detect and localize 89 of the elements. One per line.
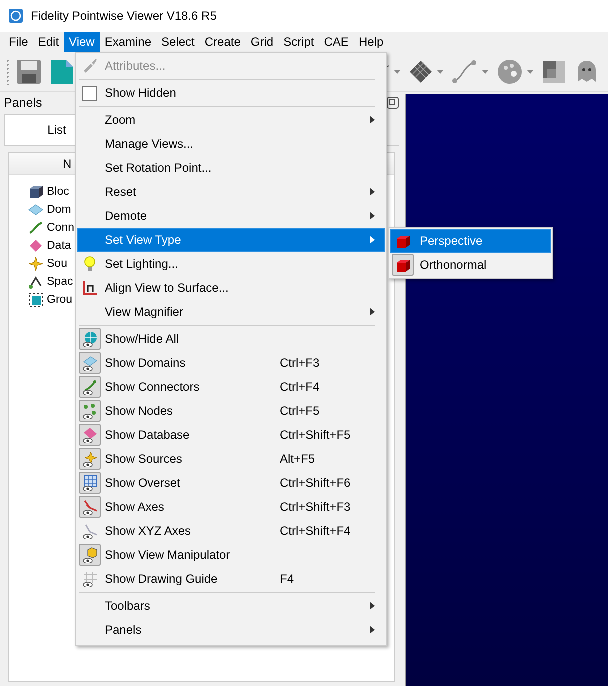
tree-item[interactable]: Grou — [47, 294, 73, 306]
domain-icon — [28, 202, 44, 218]
ghost-icon — [576, 60, 598, 84]
palette-icon — [497, 58, 523, 84]
shortcut-text: Ctrl+Shift+F5 — [280, 428, 352, 442]
menu-item[interactable]: Show Database Ctrl+Shift+F5 — [77, 423, 385, 447]
menu-item[interactable]: Set Rotation Point... — [77, 156, 385, 180]
column-header[interactable]: N — [63, 156, 72, 170]
dropdown-caret-icon[interactable] — [482, 70, 489, 74]
menu-item[interactable]: Align View to Surface... — [77, 276, 385, 300]
menu-title[interactable]: Select — [156, 32, 200, 52]
database-icon — [82, 427, 98, 443]
menu-title[interactable]: File — [4, 32, 34, 52]
tree-item[interactable]: Conn — [47, 222, 74, 234]
shortcut-text: Ctrl+Shift+F3 — [280, 500, 352, 514]
curve-icon — [82, 379, 98, 395]
spacing-icon — [28, 274, 44, 290]
viewport[interactable] — [405, 94, 608, 686]
group-icon — [28, 292, 44, 308]
mesh-icon — [409, 60, 433, 84]
app-logo-icon — [8, 8, 24, 24]
submenu-item[interactable]: Orthonormal — [390, 253, 551, 277]
nodes-icon — [82, 403, 98, 419]
menu-title[interactable]: CAE — [319, 32, 354, 52]
document-icon — [50, 58, 74, 84]
tree-item[interactable]: Data — [47, 240, 72, 252]
menu-title[interactable]: Edit — [33, 32, 64, 52]
domain-icon — [82, 355, 98, 371]
menu-title[interactable]: Examine — [100, 32, 157, 52]
menu-item[interactable]: Show XYZ Axes Ctrl+Shift+F4 — [77, 519, 385, 543]
window-title: Fidelity Pointwise Viewer V18.6 R5 — [31, 9, 217, 23]
cube-icon — [82, 547, 98, 563]
brush-icon — [82, 58, 98, 74]
tree-item[interactable]: Sou — [47, 258, 68, 270]
layout-icon — [542, 60, 566, 84]
menu-title[interactable]: Create — [200, 32, 246, 52]
float-panel-icon — [387, 97, 399, 109]
star-icon — [28, 256, 44, 272]
shortcut-text: Ctrl+Shift+F6 — [280, 476, 352, 490]
menu-item[interactable]: Show Sources Alt+F5 — [77, 447, 385, 471]
axes-icon — [82, 499, 98, 515]
cube-icon — [28, 184, 44, 200]
menu-item[interactable]: Toolbars — [77, 594, 385, 618]
tree-item[interactable]: Spac — [47, 276, 74, 288]
dropdown-caret-icon[interactable] — [527, 70, 534, 74]
shortcut-text: F4 — [280, 572, 296, 586]
grid-icon — [82, 475, 98, 491]
tree-item[interactable]: Dom — [47, 204, 72, 216]
menu-item[interactable]: View Magnifier — [77, 300, 385, 324]
menu-title[interactable]: Grid — [246, 32, 279, 52]
shortcut-text: Alt+F5 — [280, 452, 316, 466]
tree-item[interactable]: Bloc — [47, 186, 70, 198]
menu-item[interactable]: Show Hidden — [77, 81, 385, 105]
cube-icon — [395, 257, 411, 273]
menu-item[interactable]: Show Overset Ctrl+Shift+F6 — [77, 471, 385, 495]
shortcut-text: Ctrl+F3 — [280, 356, 321, 370]
globe-icon — [82, 331, 98, 347]
menu-item[interactable]: Show View Manipulator — [77, 543, 385, 567]
checkbox[interactable] — [82, 86, 97, 100]
cube-icon — [395, 233, 411, 249]
menu-item[interactable]: Reset — [77, 180, 385, 204]
curve-icon — [452, 60, 478, 84]
menu-item[interactable]: Set Lighting... — [77, 252, 385, 276]
panel-title: Panels — [4, 96, 42, 110]
menu-item[interactable]: Show Domains Ctrl+F3 — [77, 351, 385, 375]
menu-title[interactable]: Script — [278, 32, 320, 52]
submenu-item[interactable]: Perspective — [390, 229, 551, 253]
menu-item[interactable]: Panels — [77, 618, 385, 642]
menu-item[interactable]: Show Connectors Ctrl+F4 — [77, 375, 385, 399]
grid-icon — [82, 571, 98, 587]
shortcut-text: Ctrl+F4 — [280, 380, 321, 394]
menu-item[interactable]: Show Drawing Guide F4 — [77, 567, 385, 591]
axes-icon — [82, 280, 98, 296]
axes-icon — [82, 523, 98, 539]
menu-item[interactable]: Demote — [77, 204, 385, 228]
save-icon — [16, 58, 42, 84]
dropdown-caret-icon[interactable] — [437, 70, 444, 74]
menu-item[interactable]: Show Nodes Ctrl+F5 — [77, 399, 385, 423]
shortcut-text: Ctrl+Shift+F4 — [280, 524, 352, 538]
light-bulb-icon — [82, 256, 98, 272]
curve-icon — [28, 220, 44, 236]
menu-title[interactable]: View — [64, 32, 100, 52]
shortcut-text: Ctrl+F5 — [280, 404, 321, 418]
star-icon — [82, 451, 98, 467]
menu-item[interactable]: Show Axes Ctrl+Shift+F3 — [77, 495, 385, 519]
database-icon — [28, 238, 44, 254]
menu-item[interactable]: Show/Hide All — [77, 327, 385, 351]
dropdown-caret-icon[interactable] — [394, 70, 401, 74]
menu-title[interactable]: Help — [354, 32, 389, 52]
